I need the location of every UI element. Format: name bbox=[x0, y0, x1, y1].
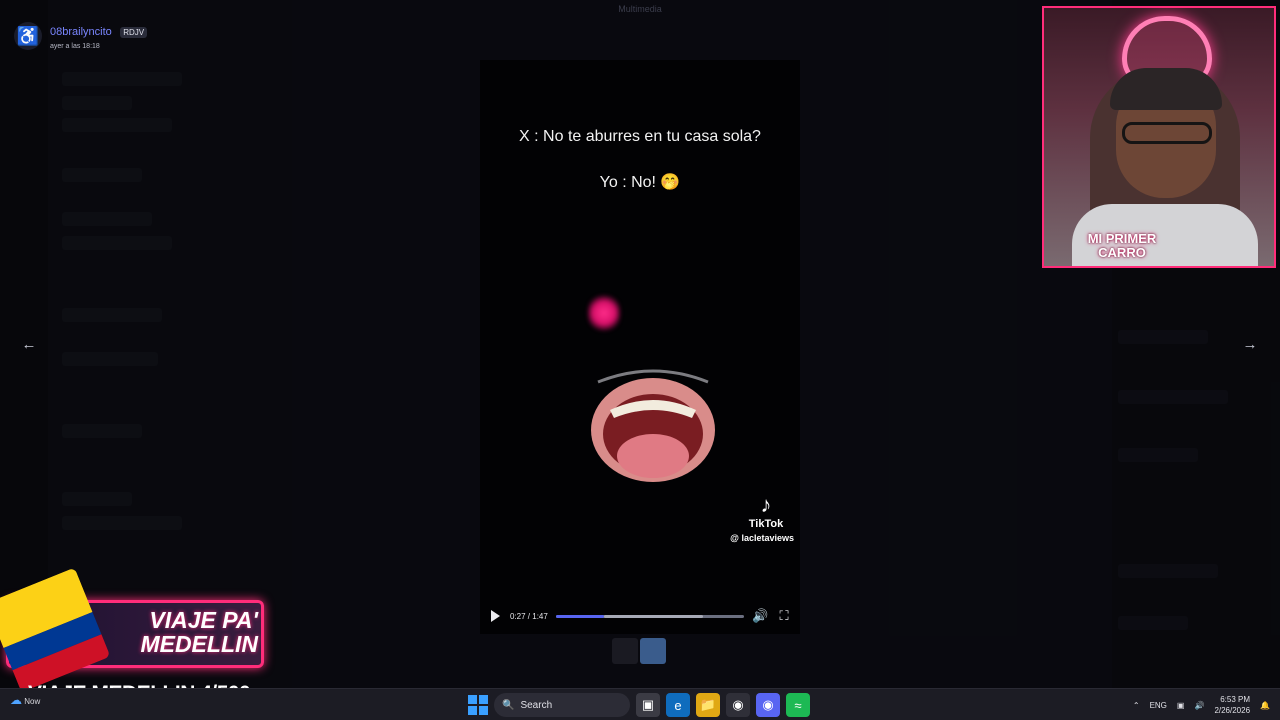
volume-tray-icon[interactable]: 🔊 bbox=[1194, 701, 1204, 710]
uploader-name[interactable]: 08brailyncito bbox=[50, 26, 112, 38]
buffered-range bbox=[604, 614, 703, 618]
window-title: Multimedia bbox=[618, 4, 662, 14]
clock-date: 2/26/2026 bbox=[1214, 706, 1251, 715]
streamer-glasses bbox=[1122, 122, 1212, 144]
tray-overflow-chevron-icon[interactable]: ⌃ bbox=[1133, 701, 1140, 710]
taskbar-search[interactable]: 🔍 Search bbox=[494, 693, 630, 717]
network-icon[interactable]: ▣ bbox=[1177, 701, 1185, 710]
spotify-icon[interactable]: ≈ bbox=[786, 693, 810, 717]
webcam-label-line1: MI PRIMER bbox=[1087, 231, 1157, 246]
webcam-label-line2: CARRO bbox=[1098, 245, 1146, 260]
uploader-badge: RDJV bbox=[120, 27, 148, 38]
folder-icon[interactable]: 📁 bbox=[696, 693, 720, 717]
video-time: 0:27 / 1:47 bbox=[510, 611, 548, 621]
streamer-cap bbox=[1110, 68, 1222, 110]
clock-time: 6:53 PM bbox=[1220, 695, 1251, 704]
search-icon: 🔍 bbox=[502, 699, 515, 711]
search-placeholder: Search bbox=[520, 699, 553, 711]
next-media-arrow-icon[interactable]: → bbox=[1239, 334, 1261, 356]
system-tray: ⌃ ENG ▣ 🔊 6:53 PM 2/26/2026 🔔 bbox=[1133, 694, 1270, 716]
webcam-overlay: MI PRIMER CARRO bbox=[1042, 6, 1276, 268]
video-controls: 0:27 / 1:47 🔊 ⛶ bbox=[480, 598, 800, 634]
edge-icon[interactable]: e bbox=[666, 693, 690, 717]
discord-icon[interactable]: ◉ bbox=[756, 693, 780, 717]
webcam-label: MI PRIMER CARRO bbox=[1062, 232, 1182, 260]
play-icon[interactable] bbox=[488, 609, 502, 623]
volume-icon[interactable]: 🔊 bbox=[752, 608, 768, 624]
banner-line2: MEDELLIN bbox=[140, 631, 258, 657]
banner-title: VIAJE PA' MEDELLIN bbox=[88, 608, 258, 656]
upload-timestamp: ayer a las 18:18 bbox=[50, 43, 100, 50]
media-thumbnail[interactable] bbox=[640, 638, 666, 664]
chrome-icon[interactable]: ◉ bbox=[726, 693, 750, 717]
windows-start-icon[interactable] bbox=[468, 695, 488, 715]
tiktok-watermark: ♪ TikTok @ lacletaviews bbox=[730, 492, 794, 543]
taskbar-apps: 🔍 Search ▣ e 📁 ◉ ◉ ≈ bbox=[468, 693, 810, 717]
tiktok-brand: TikTok bbox=[748, 518, 784, 530]
language-indicator[interactable]: ENG bbox=[1150, 701, 1167, 710]
video-seek-bar[interactable] bbox=[555, 614, 744, 618]
task-view-icon[interactable]: ▣ bbox=[636, 693, 660, 717]
fullscreen-icon[interactable]: ⛶ bbox=[776, 608, 792, 624]
played-range bbox=[555, 614, 605, 618]
weather-widget[interactable]: ☁ Now bbox=[10, 693, 40, 707]
uploader-info: ♿ 08brailyncito RDJV ayer a las 18:18 bbox=[14, 22, 148, 50]
notification-bell-icon[interactable]: 🔔 bbox=[1260, 701, 1270, 710]
video-caption-line2: Yo : No! 🤭 bbox=[599, 174, 681, 191]
clock[interactable]: 6:53 PM 2/26/2026 bbox=[1214, 694, 1250, 716]
weather-icon: ☁ bbox=[10, 693, 22, 707]
video-caption-line1: X : No te aburres en tu casa sola? bbox=[519, 128, 761, 145]
screen: Multimedia ♿ 08brailyncito RDJV ayer a l… bbox=[0, 0, 1280, 720]
mouth-image bbox=[588, 360, 718, 490]
taskbar: ☁ Now 🔍 Search ▣ e 📁 ◉ ◉ ≈ ⌃ ENG ▣ 🔊 6:5… bbox=[0, 688, 1280, 720]
media-thumbnail[interactable] bbox=[612, 638, 638, 664]
tiktok-handle: @ lacletaviews bbox=[730, 533, 794, 543]
video-player[interactable]: X : No te aburres en tu casa sola? Yo : … bbox=[480, 60, 800, 634]
previous-media-arrow-icon[interactable]: ← bbox=[18, 334, 40, 356]
banner-line1: VIAJE PA' bbox=[149, 607, 258, 633]
pink-light bbox=[588, 294, 620, 332]
weather-label: Now bbox=[24, 697, 41, 706]
wheelchair-avatar-icon[interactable]: ♿ bbox=[14, 22, 42, 50]
tiktok-icon: ♪ bbox=[760, 492, 772, 517]
